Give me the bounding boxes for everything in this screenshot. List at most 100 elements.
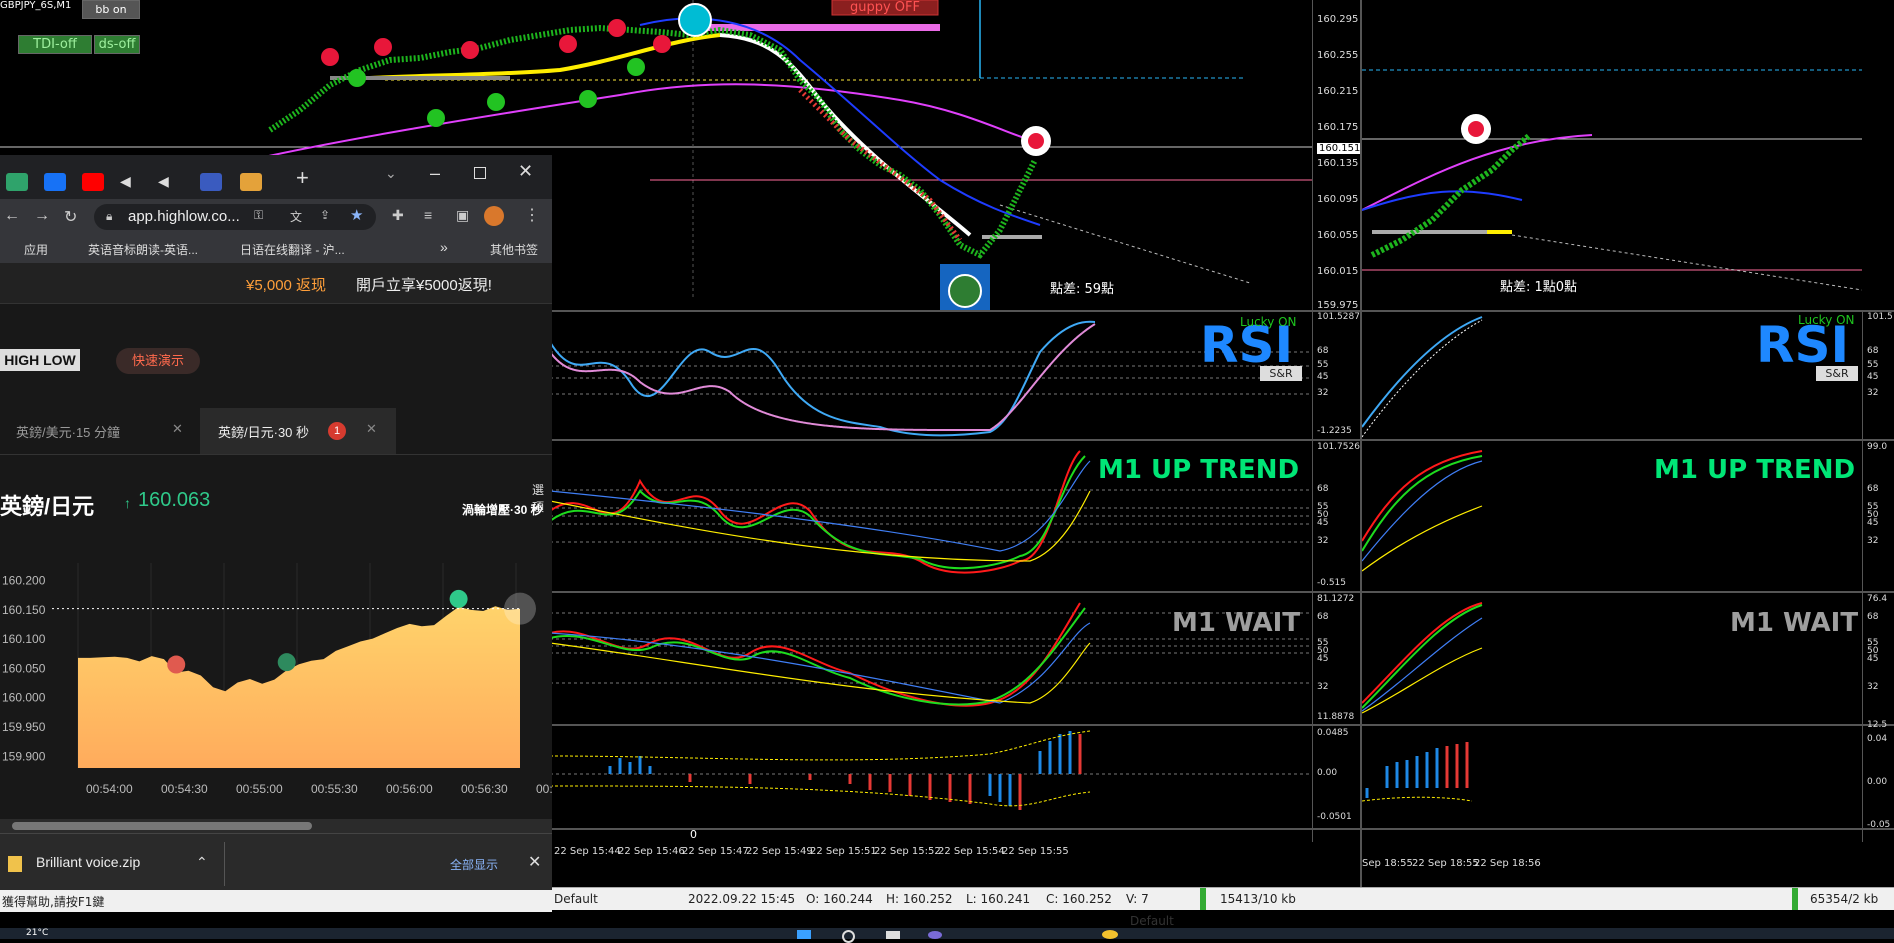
close-tab-icon[interactable]: ✕ [366, 421, 377, 437]
reading-list-icon[interactable]: ≡ [424, 207, 432, 223]
downloads-bar: Brilliant voice.zip ⌃ 全部显示 ✕ [0, 833, 552, 893]
bookmark-english[interactable]: 英语音标朗读-英语... [88, 241, 198, 258]
trend-up-label: M1 UP TREND [1098, 455, 1300, 485]
highlow-logo[interactable]: HIGH LOW [0, 349, 80, 371]
tdi-tick: -0.515 [1317, 578, 1347, 588]
horizontal-scrollbar[interactable] [0, 819, 552, 833]
x-tick-label: 00:55:00 [236, 782, 283, 796]
app-tab-icon[interactable] [6, 173, 28, 191]
speaker-icon[interactable]: ◀ [158, 173, 180, 191]
tdi-tick: 45 [1317, 518, 1329, 528]
asset-tab-gbpjpy[interactable]: 英鎊/日元·30 秒 1 ✕ [200, 408, 396, 454]
rsi-tick: -1.2235 [1317, 426, 1352, 436]
search-icon[interactable] [842, 930, 855, 943]
back-icon[interactable]: ← [4, 207, 20, 225]
address-bar[interactable]: 🔒︎ app.highlow.co... ⚿ 文 ⇪ ★ [94, 204, 376, 230]
rsi-tick: 101.5287 [1317, 312, 1360, 322]
time-tick: 22 Sep 15:55 [1002, 846, 1069, 857]
share-icon[interactable]: ⇪ [320, 208, 330, 222]
task-view-icon[interactable] [886, 931, 900, 939]
y-tick-label: 159.900 [2, 749, 46, 763]
profile-avatar[interactable] [484, 206, 504, 226]
promo-banner[interactable]: ¥5,000 返现 開戶立享¥5000返現! [0, 263, 552, 304]
site-tab-icon[interactable] [240, 173, 262, 191]
bookmark-overflow[interactable]: » [440, 239, 448, 255]
extensions-icon[interactable]: ✚ [392, 207, 404, 224]
close-tab-icon[interactable]: ✕ [172, 421, 183, 437]
app-icon[interactable] [1102, 930, 1118, 939]
ds-toggle-button[interactable]: ds-off [94, 35, 140, 54]
windows-taskbar: 21°C [0, 928, 1894, 943]
y-tick-label: 160.100 [2, 632, 46, 646]
close-window-button[interactable]: ✕ [518, 161, 533, 182]
start-icon[interactable] [797, 930, 811, 939]
x-tick-label: 00: [536, 782, 552, 796]
show-all-button[interactable]: 全部显示 [450, 856, 498, 873]
reload-icon[interactable]: ↻ [64, 207, 77, 227]
scrollbar-thumb[interactable] [12, 822, 312, 830]
sr-button[interactable]: S&R [1260, 366, 1302, 381]
tdi-tick: 32 [1867, 536, 1879, 546]
asset-tab-bar: 英鎊/美元·15 分鐘 ✕ 英鎊/日元·30 秒 1 ✕ [0, 408, 552, 455]
status-datetime: 2022.09.22 15:45 [688, 892, 796, 906]
status-close: C: 160.252 [1046, 892, 1112, 906]
url-text: app.highlow.co... [128, 208, 240, 225]
bb-toggle-button[interactable]: bb on [82, 0, 140, 19]
speaker-icon[interactable]: ◀ [120, 173, 142, 191]
time-axis-left: 22 Sep 15:44 22 Sep 15:46 22 Sep 15:47 2… [550, 846, 1312, 862]
rsi-tick: 32 [1867, 388, 1879, 398]
key-icon[interactable]: ⚿ [254, 208, 263, 223]
close-downloads-icon[interactable]: ✕ [528, 852, 541, 872]
wait-tick: 68 [1867, 612, 1879, 622]
app-icon[interactable] [928, 931, 942, 939]
help-text: 獲得幫助,請按F1鍵 [2, 895, 105, 909]
macd-pane-right [1362, 742, 1473, 802]
y-tick-label: 159.950 [2, 720, 46, 734]
zhihu-tab-icon[interactable] [44, 173, 66, 191]
bookmark-japanese[interactable]: 日语在线翻译 - 沪... [240, 241, 345, 258]
maximize-button[interactable] [474, 167, 486, 179]
macd-tick: 0.0485 [1317, 728, 1349, 738]
tab-search-icon[interactable]: ⌄ [385, 165, 397, 182]
minimize-button[interactable]: – [430, 163, 440, 184]
sidepanel-icon[interactable]: ▣ [456, 207, 469, 224]
new-tab-button[interactable]: + [296, 165, 309, 191]
tdi-toggle-button[interactable]: TDI-off [18, 35, 92, 54]
forward-icon[interactable]: → [34, 207, 50, 225]
bookmark-other[interactable]: 其他书签 [490, 241, 538, 258]
x-tick-label: 00:54:00 [86, 782, 133, 796]
x-tick-label: 00:56:00 [386, 782, 433, 796]
asset-tab-gbpusd[interactable]: 英鎊/美元·15 分鐘 [16, 422, 120, 441]
trade-marker[interactable] [167, 655, 186, 674]
tdi-tick: 99.0 [1867, 442, 1888, 452]
page-content: ¥5,000 返现 開戶立享¥5000返現! HIGH LOW 快速演示 英鎊/… [0, 263, 552, 843]
browser-window: ◀ ◀ + ⌄ – ✕ ← → ↻ 🔒︎ app.highlow.co... ⚿… [0, 155, 552, 893]
weather-temp[interactable]: 21°C [26, 928, 48, 938]
price-tick: 160.295 [1317, 14, 1359, 25]
youtube-tab-icon[interactable] [82, 173, 104, 191]
wait-tick: 68 [1317, 612, 1329, 622]
price-area-chart[interactable]: 160.200 160.150 160.100 160.050 160.000 159.9… [0, 553, 552, 843]
rsi-tick: 45 [1317, 372, 1329, 382]
bookmark-apps[interactable]: 应用 [24, 241, 48, 258]
lucky-on-badge[interactable]: Lucky ON [1240, 315, 1297, 329]
download-divider [224, 842, 225, 886]
wait-tick: 45 [1867, 654, 1879, 664]
site-tab-icon[interactable] [200, 173, 222, 191]
trade-marker[interactable] [449, 589, 468, 608]
star-icon[interactable]: ★ [350, 206, 363, 224]
macd-tick: 0.00 [1317, 768, 1338, 778]
y-tick-label: 160.000 [2, 691, 46, 705]
translate-icon[interactable]: 文 [290, 208, 302, 225]
toolbar: ← → ↻ 🔒︎ app.highlow.co... ⚿ 文 ⇪ ★ ✚ ≡ ▣… [0, 199, 552, 235]
download-filename[interactable]: Brilliant voice.zip [36, 854, 140, 870]
status-bars-2: 65354/2 kb [1792, 888, 1878, 910]
menu-icon[interactable]: ⋮ [524, 205, 540, 225]
chevron-up-icon[interactable]: ⌃ [196, 854, 208, 871]
guppy-toggle-button[interactable]: guppy OFF [832, 0, 938, 15]
turbo-label: 渦輪增壓·30 秒 [462, 503, 543, 517]
price-tick: 160.095 [1317, 194, 1359, 205]
trade-marker[interactable] [277, 653, 296, 672]
demo-button[interactable]: 快速演示 [116, 348, 200, 374]
asset-tab-label: 英鎊/日元·30 秒 [218, 425, 310, 440]
